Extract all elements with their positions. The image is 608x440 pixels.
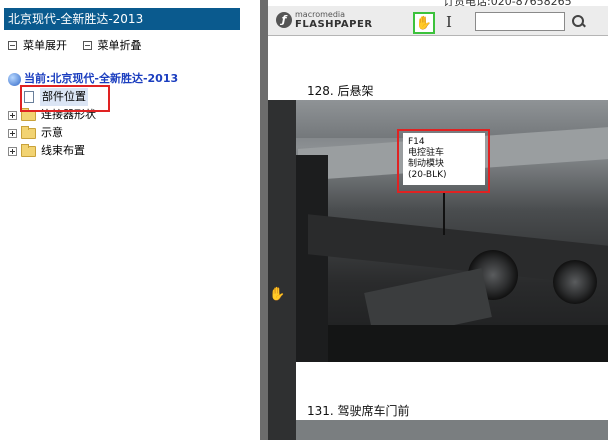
viewer-toolbar: ƒ macromedia FLASHPAPER ✋ I xyxy=(268,6,608,36)
panel-title: 北京现代-全新胜达-2013 xyxy=(4,8,240,30)
expand-plus-icon[interactable] xyxy=(8,128,17,138)
expand-icon xyxy=(8,40,17,50)
brand-bottom-text: FLASHPAPER xyxy=(295,19,373,30)
highlight-box xyxy=(20,85,110,112)
hand-icon: ✋ xyxy=(415,15,433,31)
page-margin-strip xyxy=(268,100,296,440)
text-cursor-icon: I xyxy=(446,13,452,31)
callout-leader-line xyxy=(443,193,445,235)
collapse-menu-label: 菜单折叠 xyxy=(97,39,142,52)
macromedia-logo-icon: ƒ xyxy=(276,12,292,28)
flashpaper-viewer: 订货电话:020-87658265 ƒ macromedia FLASHPAPE… xyxy=(268,0,608,440)
section-title-128: 128. 后悬架 xyxy=(307,84,374,98)
tree-item-schematic[interactable]: 示意 xyxy=(8,124,258,142)
folder-icon xyxy=(21,125,36,139)
vehicle-photo-2 xyxy=(296,420,608,440)
panel-splitter[interactable] xyxy=(260,0,268,440)
section-title-131: 131. 驾驶席车门前 xyxy=(307,404,410,418)
folder-icon xyxy=(21,143,36,157)
tree-item-label: 示意 xyxy=(41,126,63,139)
document-page: 订货电话:020-87658265 ƒ macromedia FLASHPAPE… xyxy=(268,0,608,440)
hand-tool-button[interactable]: ✋ xyxy=(413,12,435,34)
tree-view: 当前:北京现代-全新胜达-2013 部件位置 连接器形状 示意 线束布置 xyxy=(8,70,258,160)
tree-panel: 北京现代-全新胜达-2013 菜单展开 菜单折叠 当前:北京现代-全新胜达-20… xyxy=(0,0,260,440)
flashpaper-logo: ƒ macromedia FLASHPAPER xyxy=(276,10,373,30)
expand-menu-button[interactable]: 菜单展开 xyxy=(8,37,67,53)
menu-toolbar: 菜单展开 菜单折叠 xyxy=(8,37,154,53)
expand-menu-label: 菜单展开 xyxy=(23,39,67,52)
app-window: 北京现代-全新胜达-2013 菜单展开 菜单折叠 当前:北京现代-全新胜达-20… xyxy=(0,0,608,440)
search-icon[interactable] xyxy=(572,15,586,29)
vehicle-photo: F14 电控驻车 制动模块 (20-BLK) xyxy=(268,100,608,362)
brand-top-text: macromedia xyxy=(295,10,346,19)
collapse-icon xyxy=(82,40,92,50)
tree-item-harness-layout[interactable]: 线束布置 xyxy=(8,142,258,160)
expand-plus-icon[interactable] xyxy=(8,146,17,156)
hand-cursor-icon: ✋ xyxy=(269,287,286,302)
expand-plus-icon[interactable] xyxy=(8,110,17,120)
collapse-menu-button[interactable]: 菜单折叠 xyxy=(82,37,142,53)
search-input[interactable] xyxy=(475,12,565,31)
tree-item-label: 线束布置 xyxy=(41,144,85,157)
globe-icon xyxy=(8,72,21,86)
callout-highlight-box xyxy=(397,129,490,193)
text-select-tool-button[interactable]: I xyxy=(446,13,452,31)
